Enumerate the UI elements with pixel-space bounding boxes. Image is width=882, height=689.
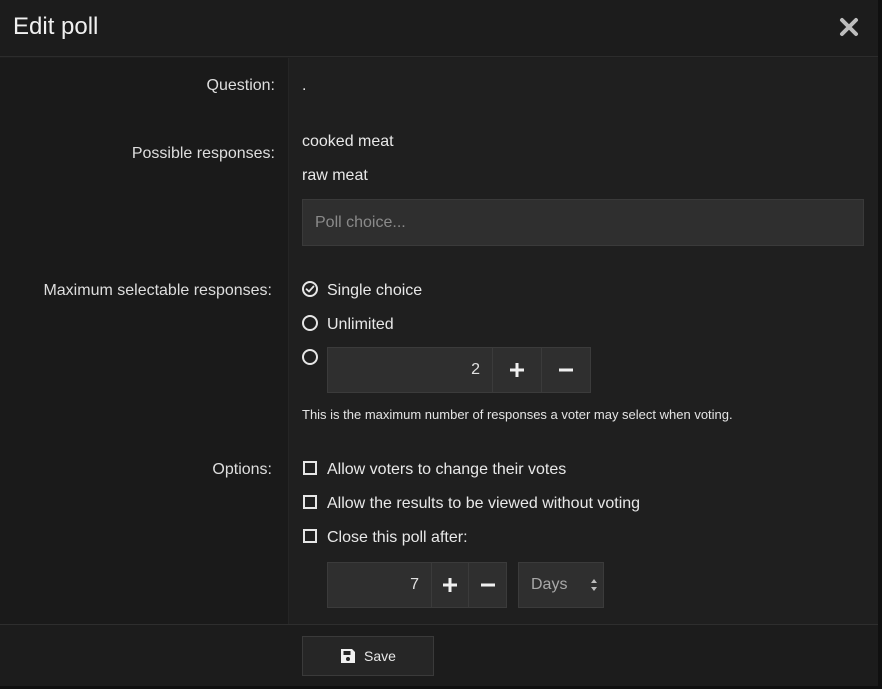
decrement-button[interactable] [541,347,591,393]
save-button-label: Save [364,648,396,664]
save-button[interactable]: Save [302,636,434,676]
max-responses-label: Maximum selectable responses: [43,282,272,299]
radio-single-choice-label[interactable]: Single choice [327,282,422,300]
increment-button[interactable] [492,347,542,393]
poll-choice-input[interactable] [302,199,864,246]
close-after-value: 7 [410,576,419,593]
check-circle-icon [305,285,315,293]
dialog-header: Edit poll [0,0,878,57]
checkbox-view-results-label[interactable]: Allow the results to be viewed without v… [327,495,640,513]
radio-single-choice[interactable] [302,281,318,297]
close-after-decrement-button[interactable] [468,562,507,608]
question-label: Question: [206,77,275,94]
radio-unlimited-label[interactable]: Unlimited [327,316,394,334]
select-arrows-icon [591,579,597,591]
close-after-number-input[interactable]: 7 [327,562,432,608]
radio-unlimited[interactable] [302,315,318,331]
minus-icon [559,368,573,372]
save-icon [341,649,356,663]
close-after-increment-button[interactable] [431,562,469,608]
close-after-unit-value: Days [531,576,568,593]
response-item[interactable]: cooked meat [302,133,394,151]
checkbox-close-poll[interactable] [303,529,317,543]
max-responses-number-input[interactable]: 2 [327,347,493,393]
dialog-footer: Save [0,624,878,686]
question-value: . [302,77,307,94]
options-label: Options: [212,461,272,478]
checkbox-change-votes[interactable] [303,461,317,475]
close-button[interactable] [835,13,863,41]
close-icon [840,18,858,36]
checkbox-close-poll-label[interactable]: Close this poll after: [327,529,468,547]
minus-icon [480,583,495,587]
checkbox-change-votes-label[interactable]: Allow voters to change their votes [327,461,566,479]
plus-icon [443,578,457,592]
responses-label: Possible responses: [131,145,275,162]
checkbox-view-results[interactable] [303,495,317,509]
edit-poll-dialog: Edit poll Question: . Possible responses… [0,0,878,686]
response-item[interactable]: raw meat [302,167,368,185]
plus-icon [510,363,524,377]
radio-custom[interactable] [302,349,318,365]
dialog-title: Edit poll [13,13,99,40]
max-responses-value: 2 [471,361,480,378]
label-column [0,58,289,624]
close-after-unit-select[interactable]: Days [518,562,604,608]
max-responses-hint: This is the maximum number of responses … [302,407,733,422]
